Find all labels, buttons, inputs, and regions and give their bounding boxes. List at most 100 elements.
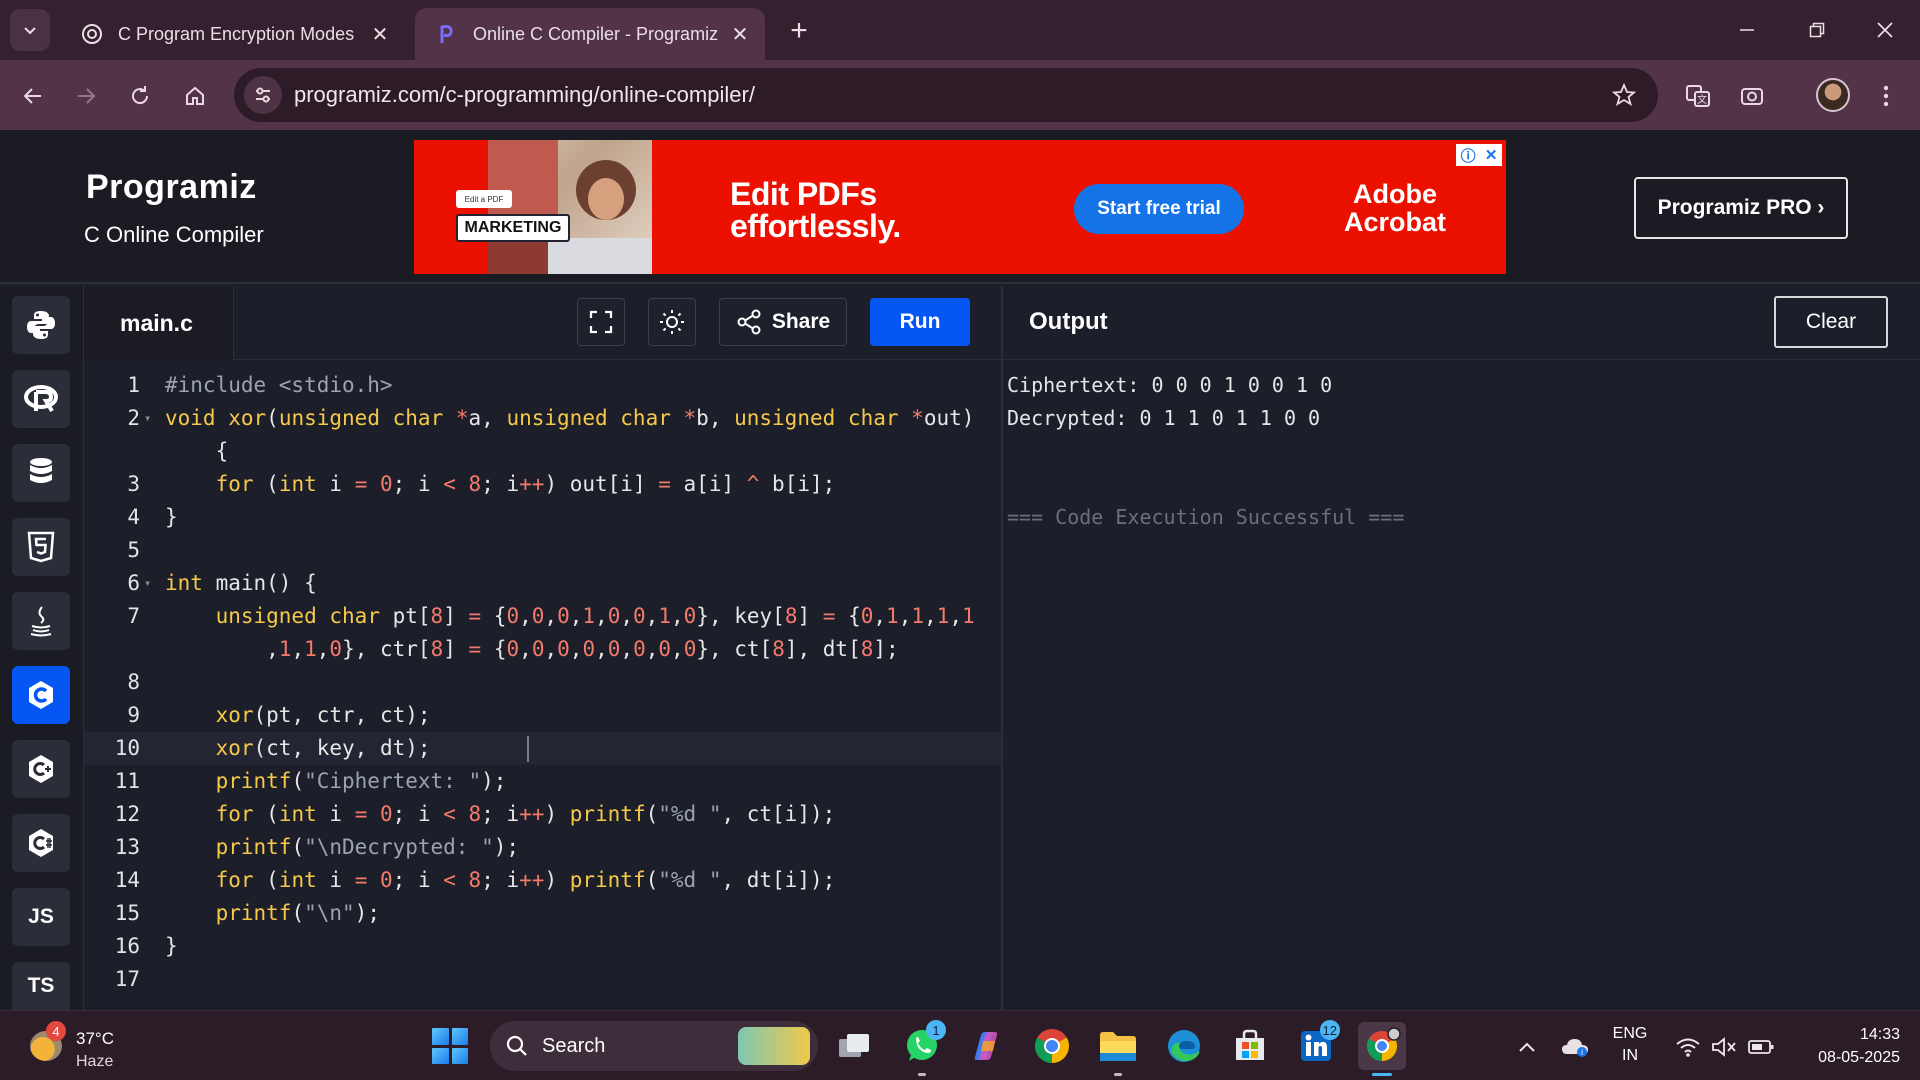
info-icon[interactable]: ⓘ [1461,145,1476,166]
ad-choices[interactable]: ⓘ ✕ [1456,144,1502,166]
javascript-lang-button[interactable]: JS [12,888,70,946]
taskbar-search[interactable]: Search [490,1021,818,1071]
forward-button[interactable] [66,76,106,116]
code-line[interactable]: { [84,435,1001,468]
url-text[interactable]: programiz.com/c-programming/online-compi… [294,82,1604,108]
file-explorer-app[interactable] [1094,1022,1142,1076]
code-editor[interactable]: 1 #include <stdio.h> 2 ▾ void xor(unsigned c… [84,361,1001,1010]
cpp-lang-button[interactable] [12,740,70,798]
whatsapp-app[interactable]: 1 [898,1020,946,1076]
microsoft-store-app[interactable] [1226,1022,1274,1070]
r-lang-button[interactable] [12,370,70,428]
typescript-lang-button[interactable]: TS [12,962,70,1010]
code-text[interactable]: for (int i = 0; i < 8; i++) printf("%d "… [165,798,836,831]
weather-widget[interactable]: 4 37°C Haze [24,1021,144,1071]
sql-lang-button[interactable] [12,444,70,502]
linkedin-app[interactable]: 12 [1292,1020,1340,1070]
close-window-button[interactable] [1862,12,1908,48]
fold-toggle-icon[interactable]: ▾ [144,567,151,600]
code-line[interactable]: 2 ▾ void xor(unsigned char *a, unsigned ch… [84,402,1001,435]
code-line[interactable]: 1 #include <stdio.h> [84,369,1001,402]
code-text[interactable]: for (int i = 0; i < 8; i++) printf("%d "… [165,864,836,897]
code-line[interactable]: 10 xor(ct, key, dt); [84,732,1001,765]
edge-app[interactable] [1160,1022,1208,1070]
code-text[interactable]: void xor(unsigned char *a, unsigned char… [165,402,974,435]
onedrive-button[interactable]: i [1558,1033,1592,1061]
restore-button[interactable] [1794,12,1840,48]
code-text[interactable]: unsigned char pt[8] = {0,0,0,1,0,0,1,0},… [165,600,975,633]
code-text[interactable]: int main() { [165,567,317,600]
code-line[interactable]: 12 for (int i = 0; i < 8; i++) printf("%… [84,798,1001,831]
code-text[interactable]: xor(pt, ctr, ct); [165,699,431,732]
code-line[interactable]: 11 printf("Ciphertext: "); [84,765,1001,798]
programiz-logo[interactable]: Programiz [86,168,257,207]
theme-toggle-button[interactable] [648,298,696,346]
translate-button[interactable]: 文 [1678,76,1718,116]
tab-search-button[interactable] [10,9,50,51]
code-line[interactable]: 8 [84,666,1001,699]
code-text[interactable]: ,1,1,0}, ctr[8] = {0,0,0,0,0,0,0,0}, ct[… [165,633,899,666]
python-lang-button[interactable] [12,296,70,354]
c-lang-button[interactable] [12,666,70,724]
code-line[interactable]: 15 printf("\n"); [84,897,1001,930]
code-line[interactable]: 4} [84,501,1001,534]
code-line[interactable]: 5 [84,534,1001,567]
ad-banner[interactable]: Edit a PDF MARKETING Edit PDFs effortles… [414,140,1506,274]
clear-button[interactable]: Clear [1774,296,1888,348]
code-text[interactable]: } [165,930,178,963]
tab-c-program-encryption[interactable]: C Program Encryption Modes ✕ [60,8,405,60]
chrome-app[interactable] [1028,1022,1076,1070]
code-text[interactable]: printf("\nDecrypted: "); [165,831,519,864]
chrome-profile-app[interactable] [1358,1022,1406,1076]
close-icon[interactable]: ✕ [1485,146,1498,164]
code-line[interactable]: ,1,1,0}, ctr[8] = {0,0,0,0,0,0,0,0}, ct[… [84,633,1001,666]
volume-button[interactable] [1708,1033,1740,1061]
code-text[interactable]: xor(ct, key, dt); [165,732,431,765]
tab-online-c-compiler[interactable]: Online C Compiler - Programiz ✕ [415,8,765,60]
code-line[interactable]: 9 xor(pt, ctr, ct); [84,699,1001,732]
battery-button[interactable] [1744,1033,1778,1061]
start-button[interactable] [432,1028,468,1064]
language-indicator[interactable]: ENG IN [1608,1023,1652,1067]
screenshot-button[interactable] [1732,76,1772,116]
java-lang-button[interactable] [12,592,70,650]
code-line[interactable]: 14 for (int i = 0; i < 8; i++) printf("%… [84,864,1001,897]
address-bar[interactable]: programiz.com/c-programming/online-compi… [234,68,1658,122]
site-info-button[interactable] [244,76,282,114]
back-button[interactable] [13,76,53,116]
task-view-button[interactable] [830,1022,878,1070]
bookmark-button[interactable] [1604,75,1644,115]
code-text[interactable]: #include <stdio.h> [165,369,393,402]
close-icon[interactable]: ✕ [729,23,751,46]
reload-button[interactable] [120,76,160,116]
browser-menu-button[interactable] [1866,76,1906,116]
code-line[interactable]: 7 unsigned char pt[8] = {0,0,0,1,0,0,1,0… [84,600,1001,633]
fullscreen-button[interactable] [577,298,625,346]
code-text[interactable]: printf("Ciphertext: "); [165,765,507,798]
fold-toggle-icon[interactable]: ▾ [144,402,151,435]
code-text[interactable]: } [165,501,178,534]
taskbar-clock[interactable]: 14:33 08-05-2025 [1790,1023,1900,1069]
code-text[interactable]: printf("\n"); [165,897,380,930]
home-button[interactable] [175,76,215,116]
profile-avatar[interactable] [1816,78,1850,112]
csharp-lang-button[interactable] [12,814,70,872]
code-text[interactable]: for (int i = 0; i < 8; i++) out[i] = a[i… [165,468,836,501]
programiz-pro-button[interactable]: Programiz PRO › [1634,177,1848,239]
new-tab-button[interactable]: + [782,14,816,48]
file-tab[interactable]: main.c [84,286,234,360]
code-line[interactable]: 13 printf("\nDecrypted: "); [84,831,1001,864]
wifi-button[interactable] [1672,1033,1704,1061]
copilot-app[interactable] [962,1022,1010,1070]
code-text[interactable]: { [165,435,229,468]
code-line[interactable]: 17 [84,963,1001,996]
code-line[interactable]: 6 ▾ int main() { [84,567,1001,600]
code-line[interactable]: 3 for (int i = 0; i < 8; i++) out[i] = a… [84,468,1001,501]
code-line[interactable]: 16} [84,930,1001,963]
html-lang-button[interactable] [12,518,70,576]
ad-cta-button[interactable]: Start free trial [1074,184,1244,234]
show-hidden-icons-button[interactable] [1512,1033,1542,1061]
close-icon[interactable]: ✕ [369,23,391,46]
run-button[interactable]: Run [870,298,970,346]
share-button[interactable]: Share [719,298,847,346]
